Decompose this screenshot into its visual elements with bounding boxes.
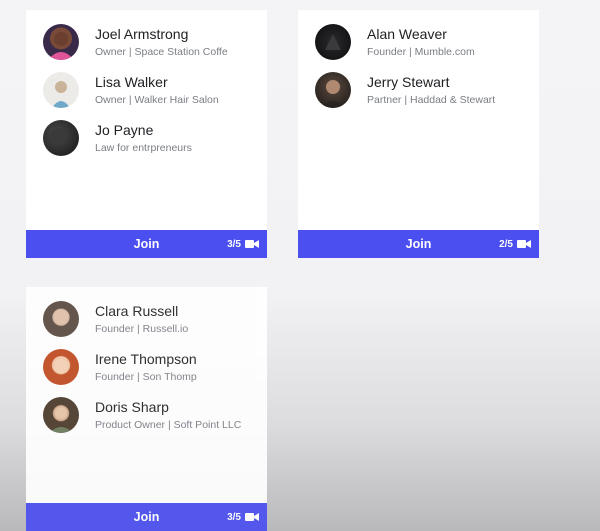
count-text: 3/5 [227, 238, 241, 250]
avatar [43, 120, 79, 156]
member-name: Joel Armstrong [95, 25, 189, 42]
member-row[interactable]: Doris Sharp Product Owner | Soft Point L… [26, 391, 267, 439]
member-subtitle: Founder | Son Thomp [95, 370, 197, 383]
member-name: Doris Sharp [95, 398, 169, 415]
avatar [43, 24, 79, 60]
member-subtitle: Owner | Space Station Coffe [95, 45, 228, 58]
avatar [315, 72, 351, 108]
join-label: Join [133, 510, 160, 524]
member-row[interactable]: Clara Russell Founder | Russell.io [26, 295, 267, 343]
member-name: Irene Thompson [95, 350, 197, 367]
member-row[interactable]: Irene Thompson Founder | Son Thomp [26, 343, 267, 391]
join-button[interactable]: Join 3/5 [26, 230, 267, 258]
member-subtitle: Owner | Walker Hair Salon [95, 93, 219, 106]
video-camera-icon [245, 512, 259, 522]
avatar [43, 397, 79, 433]
member-row[interactable]: Joel Armstrong Owner | Space Station Cof… [26, 18, 267, 66]
room-card-2: Alan Weaver Founder | Mumble.com Jerry S… [298, 10, 539, 258]
avatar [315, 24, 351, 60]
avatar [43, 349, 79, 385]
join-button[interactable]: Join 3/5 [26, 503, 267, 531]
join-label: Join [405, 237, 432, 251]
participant-count: 3/5 [227, 503, 259, 531]
member-name: Alan Weaver [367, 25, 447, 42]
member-subtitle: Partner | Haddad & Stewart [367, 93, 496, 106]
member-row[interactable]: Alan Weaver Founder | Mumble.com [298, 18, 539, 66]
room-card-3: Clara Russell Founder | Russell.io Irene… [26, 287, 267, 531]
member-row[interactable]: Jo Payne Law for entrpreneurs [26, 114, 267, 162]
member-list: Joel Armstrong Owner | Space Station Cof… [26, 10, 267, 230]
member-subtitle: Product Owner | Soft Point LLC [95, 418, 242, 431]
video-camera-icon [517, 239, 531, 249]
member-row[interactable]: Lisa Walker Owner | Walker Hair Salon [26, 66, 267, 114]
member-row[interactable]: Jerry Stewart Partner | Haddad & Stewart [298, 66, 539, 114]
count-text: 2/5 [499, 238, 513, 250]
join-label: Join [133, 237, 160, 251]
member-subtitle: Founder | Mumble.com [367, 45, 475, 58]
member-list: Clara Russell Founder | Russell.io Irene… [26, 287, 267, 503]
join-button[interactable]: Join 2/5 [298, 230, 539, 258]
member-subtitle: Law for entrpreneurs [95, 141, 192, 154]
member-name: Clara Russell [95, 302, 179, 319]
room-card-1: Joel Armstrong Owner | Space Station Cof… [26, 10, 267, 258]
member-subtitle: Founder | Russell.io [95, 322, 189, 335]
participant-count: 2/5 [499, 230, 531, 258]
avatar [43, 72, 79, 108]
member-name: Lisa Walker [95, 73, 168, 90]
avatar [43, 301, 79, 337]
member-list: Alan Weaver Founder | Mumble.com Jerry S… [298, 10, 539, 230]
participant-count: 3/5 [227, 230, 259, 258]
count-text: 3/5 [227, 511, 241, 523]
member-name: Jo Payne [95, 121, 154, 138]
member-name: Jerry Stewart [367, 73, 450, 90]
video-camera-icon [245, 239, 259, 249]
